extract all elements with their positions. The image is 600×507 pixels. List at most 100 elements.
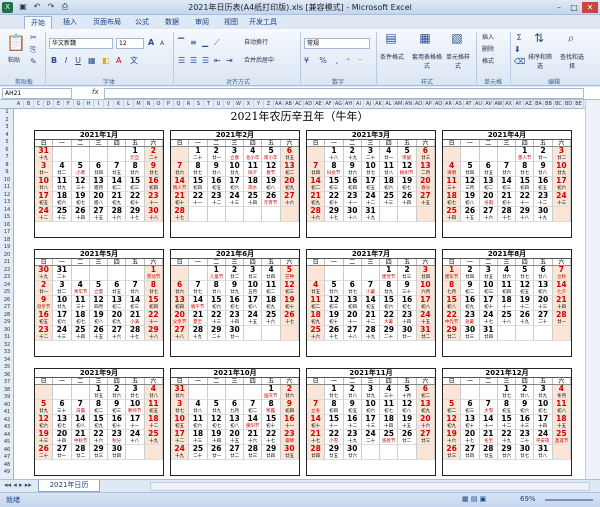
fill-color-icon[interactable]: ◧ (102, 56, 110, 66)
column-header[interactable]: AQ (434, 100, 444, 109)
format-cells-button[interactable]: 格式 (482, 57, 494, 66)
row-header[interactable]: 32 (0, 342, 14, 350)
day-cell[interactable] (53, 385, 72, 400)
day-cell[interactable]: 25 十八 (497, 311, 517, 326)
format-as-table-icon[interactable]: ▦ (418, 32, 432, 44)
insert-function-button[interactable]: fx (92, 88, 99, 96)
day-cell[interactable]: 22 大暑 (380, 311, 399, 326)
day-cell[interactable]: 9 初三 (108, 400, 127, 415)
column-header[interactable]: O (154, 100, 164, 109)
day-cell[interactable]: 25 十六 (262, 311, 281, 326)
column-header[interactable]: B (24, 100, 34, 109)
column-header[interactable]: BE (574, 100, 584, 109)
day-cell[interactable]: 6 初三 (461, 400, 480, 415)
column-header[interactable]: AF (324, 100, 334, 109)
row-header[interactable]: 42 (0, 417, 14, 425)
cell-styles-button[interactable]: 单元格样式 (444, 53, 472, 71)
day-cell[interactable]: 26 十七 (280, 311, 299, 326)
day-cell[interactable]: 14 初三 (497, 177, 517, 192)
day-cell[interactable]: 27 廿三 (416, 430, 435, 445)
day-cell[interactable]: 5 廿六 (325, 281, 344, 296)
day-cell[interactable]: 17 初六 (552, 177, 571, 192)
day-cell[interactable]: 11 三十 (71, 296, 90, 311)
day-cell[interactable]: 5 廿七 (516, 266, 535, 281)
day-cell[interactable]: 27 廿二 (225, 445, 245, 460)
formula-input[interactable] (104, 88, 584, 99)
day-cell[interactable]: 26 十四 (398, 192, 417, 207)
day-cell[interactable]: 11 初七 (380, 400, 399, 415)
day-cell[interactable]: 23 十二 (35, 326, 54, 341)
day-cell[interactable]: 1 国庆节 (262, 385, 281, 400)
day-cell[interactable]: 14 情人节 (171, 177, 190, 192)
day-cell[interactable] (398, 207, 417, 222)
day-cell[interactable]: 17 初六 (53, 311, 72, 326)
day-cell[interactable]: 4 廿一 (380, 147, 399, 162)
row-header[interactable]: 41 (0, 409, 14, 417)
day-cell[interactable] (89, 147, 109, 162)
day-cell[interactable]: 4 廿四 (262, 266, 281, 281)
column-header[interactable]: AO (414, 100, 424, 109)
day-cell[interactable]: 20 谷雨 (479, 192, 498, 207)
day-cell[interactable]: 3 廿二 (552, 147, 571, 162)
day-cell[interactable]: 28 十六 (108, 207, 127, 222)
day-cell[interactable]: 17 初八 (244, 296, 263, 311)
day-cell[interactable]: 9 廿八 (534, 162, 553, 177)
day-cell[interactable]: 16 初七 (225, 296, 245, 311)
day-cell[interactable]: 10 廿七 (361, 162, 381, 177)
day-cell[interactable]: 31 廿二 (416, 326, 435, 341)
day-cell[interactable]: 13 初六 (534, 281, 553, 296)
day-cell[interactable]: 30 廿一 (398, 326, 417, 341)
day-cell[interactable]: 15 初六 (380, 296, 399, 311)
day-cell[interactable] (380, 207, 399, 222)
day-cell[interactable]: 1 建军节 (443, 266, 462, 281)
day-cell[interactable]: 15 初三 (325, 177, 344, 192)
day-cell[interactable]: 3 廿三 (244, 266, 263, 281)
day-cell[interactable] (225, 207, 245, 222)
row-header[interactable]: 14 (0, 207, 14, 215)
row-header[interactable]: 19 (0, 244, 14, 252)
insert-cells-button[interactable]: 插入 (482, 33, 494, 42)
day-cell[interactable]: 2 廿一 (207, 147, 226, 162)
day-cell[interactable]: 31 廿八 (534, 445, 553, 460)
align-center-icon[interactable]: ☰ (190, 56, 197, 66)
find-select-button[interactable]: 查找和选择 (558, 53, 586, 71)
day-cell[interactable]: 30 十九 (534, 207, 553, 222)
day-cell[interactable]: 5 立夏 (89, 281, 109, 296)
column-header[interactable]: AI (354, 100, 364, 109)
percent-button[interactable]: % (318, 56, 328, 66)
align-bottom-icon[interactable]: ▁ (202, 38, 208, 48)
day-cell[interactable]: 27 廿一 (53, 445, 72, 460)
day-cell[interactable]: 15 初三 (126, 177, 145, 192)
zoom-level[interactable]: 69% (520, 495, 536, 503)
column-header[interactable]: J (104, 100, 114, 109)
day-cell[interactable]: 20 十四 (53, 430, 72, 445)
day-cell[interactable] (534, 326, 553, 341)
day-cell[interactable]: 27 十五 (89, 207, 109, 222)
day-cell[interactable]: 1 儿童节 (207, 266, 226, 281)
format-painter-icon[interactable]: ✎ (30, 57, 37, 67)
day-cell[interactable]: 15 初四 (189, 177, 208, 192)
day-cell[interactable]: 3 廿九 (361, 385, 381, 400)
column-header[interactable]: U (214, 100, 224, 109)
day-cell[interactable] (398, 445, 417, 460)
column-header[interactable]: V (224, 100, 234, 109)
day-cell[interactable]: 13 初八 (225, 415, 245, 430)
day-cell[interactable]: 26 元宵节 (262, 192, 281, 207)
day-cell[interactable]: 14 初十 (307, 415, 326, 430)
tab-0[interactable]: 开始 (24, 16, 52, 29)
column-header[interactable]: Y (254, 100, 264, 109)
day-cell[interactable]: 8 寒露 (262, 400, 281, 415)
day-cell[interactable]: 19 初八 (262, 177, 281, 192)
day-cell[interactable]: 31 十九 (35, 147, 54, 162)
day-cell[interactable] (189, 385, 208, 400)
column-header[interactable]: K (114, 100, 124, 109)
row-header[interactable]: 2 (0, 117, 14, 125)
day-cell[interactable]: 2 廿三 (398, 266, 417, 281)
day-cell[interactable]: 1 廿七 (325, 385, 344, 400)
day-cell[interactable]: 12 四月 (89, 296, 109, 311)
day-cell[interactable] (307, 147, 326, 162)
day-cell[interactable] (516, 326, 535, 341)
day-cell[interactable]: 21 初九 (307, 192, 326, 207)
row-header[interactable]: 15 (0, 214, 14, 222)
autosum-button[interactable]: Σ (514, 33, 524, 43)
